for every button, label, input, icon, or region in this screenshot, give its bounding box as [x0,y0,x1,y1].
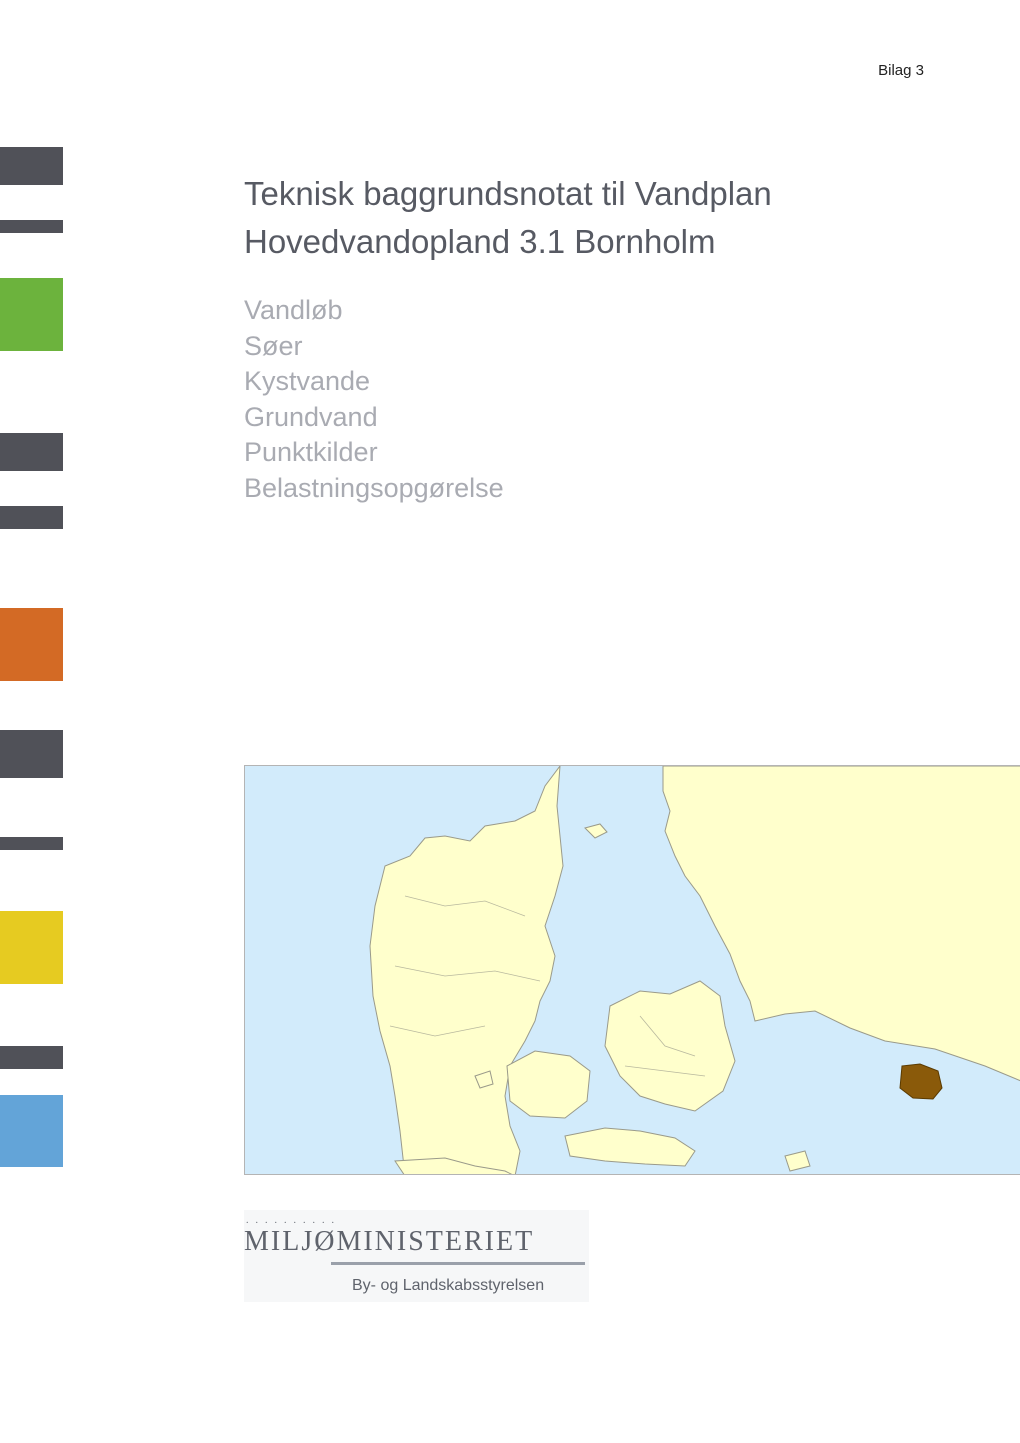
denmark-map [244,765,1020,1175]
logo-dots: .......... [246,1215,341,1226]
topic-item: Søer [244,330,303,361]
funen-landmass [506,1050,591,1119]
map-graphic [245,766,1020,1174]
sidebar-block-gray-3 [0,433,63,471]
sidebar-block-gray-2 [0,220,63,233]
topic-item: Grundvand [244,401,378,432]
logo-agency-name: By- og Landskabsstyrelsen [352,1277,545,1294]
appendix-label: Bilag 3 [878,62,924,79]
sidebar-block-green [0,278,63,351]
sidebar-block-gray-5 [0,730,63,778]
sidebar-block-orange [0,608,63,681]
sidebar-block-gray-7 [0,1046,63,1069]
ministry-logo: .......... MILJØMINISTERIET By- og Lands… [244,1210,589,1302]
sidebar-block-yellow [0,911,63,984]
sidebar-block-gray-4 [0,506,63,529]
sidebar-block-gray-6 [0,837,63,850]
title-line-2: Hovedvandopland 3.1 Bornholm [244,223,716,260]
topic-item: Punktkilder [244,437,378,467]
topic-list: Vandløb Søer Kystvande Grundvand Punktki… [244,293,504,506]
logo-divider [331,1262,585,1265]
title-line-1: Teknisk baggrundsnotat til Vandplan [244,175,772,212]
topic-item: Belastningsopgørelse [244,472,504,503]
topic-item: Kystvande [244,366,371,396]
sidebar-block-gray-1 [0,147,63,185]
topic-item: Vandløb [244,295,343,325]
sidebar-block-blue [0,1095,63,1167]
logo-ministry-name: MILJØMINISTERIET [244,1226,535,1257]
document-title: Teknisk baggrundsnotat til Vandplan Hove… [244,170,772,266]
